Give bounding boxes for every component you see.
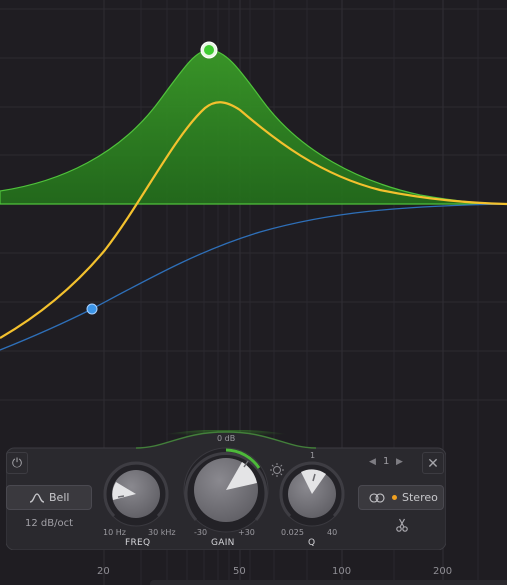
gain-top-label: 0 dB [217,434,236,443]
freq-label-100: 100 [332,566,352,577]
bell-shape-icon [29,493,45,503]
close-band-button[interactable]: ✕ [422,452,444,474]
stereo-link-icon [369,493,385,503]
band-1-fill [0,49,507,205]
bottom-bar [150,580,507,585]
shape-label: Bell [49,491,70,504]
freq-label-200: 200 [433,566,453,577]
stereo-placement-selector[interactable]: Stereo [358,485,444,510]
q-max-label: 40 [327,528,338,537]
band-1-node-center [204,45,214,55]
gain-min-label: -30 [194,528,208,537]
band-control-panel: ⏻ ✕ Bell 12 dB/oct 10 Hz 30 kHz FREQ 0 d… [6,430,446,550]
q-top-label: 1 [310,451,316,460]
power-button[interactable]: ⏻ [6,452,28,474]
slope-label[interactable]: 12 dB/oct [25,518,73,529]
band-2-curve [0,203,507,351]
stereo-indicator-dot [392,495,397,500]
gain-knob-label: GAIN [211,538,235,548]
close-icon: ✕ [427,456,439,472]
gain-knob[interactable] [183,447,269,533]
chevron-right-icon[interactable]: ▶ [396,457,403,467]
q-knob[interactable] [279,461,345,527]
power-icon: ⏻ [11,456,23,471]
band-2-node[interactable] [86,303,98,315]
freq-label-50: 50 [233,566,246,577]
freq-max-label: 30 kHz [148,528,176,537]
q-knob-label: Q [308,538,316,548]
freq-knob-label: FREQ [125,538,151,548]
band-number: 1 [383,456,390,467]
q-min-label: 0.025 [281,528,304,537]
freq-label-20: 20 [97,566,110,577]
stereo-label: Stereo [402,491,438,504]
shape-selector[interactable]: Bell [6,485,92,510]
gain-max-label: +30 [238,528,255,537]
chevron-left-icon[interactable]: ◀ [369,457,376,467]
freq-knob[interactable] [103,461,169,527]
freq-min-label: 10 Hz [103,528,126,537]
